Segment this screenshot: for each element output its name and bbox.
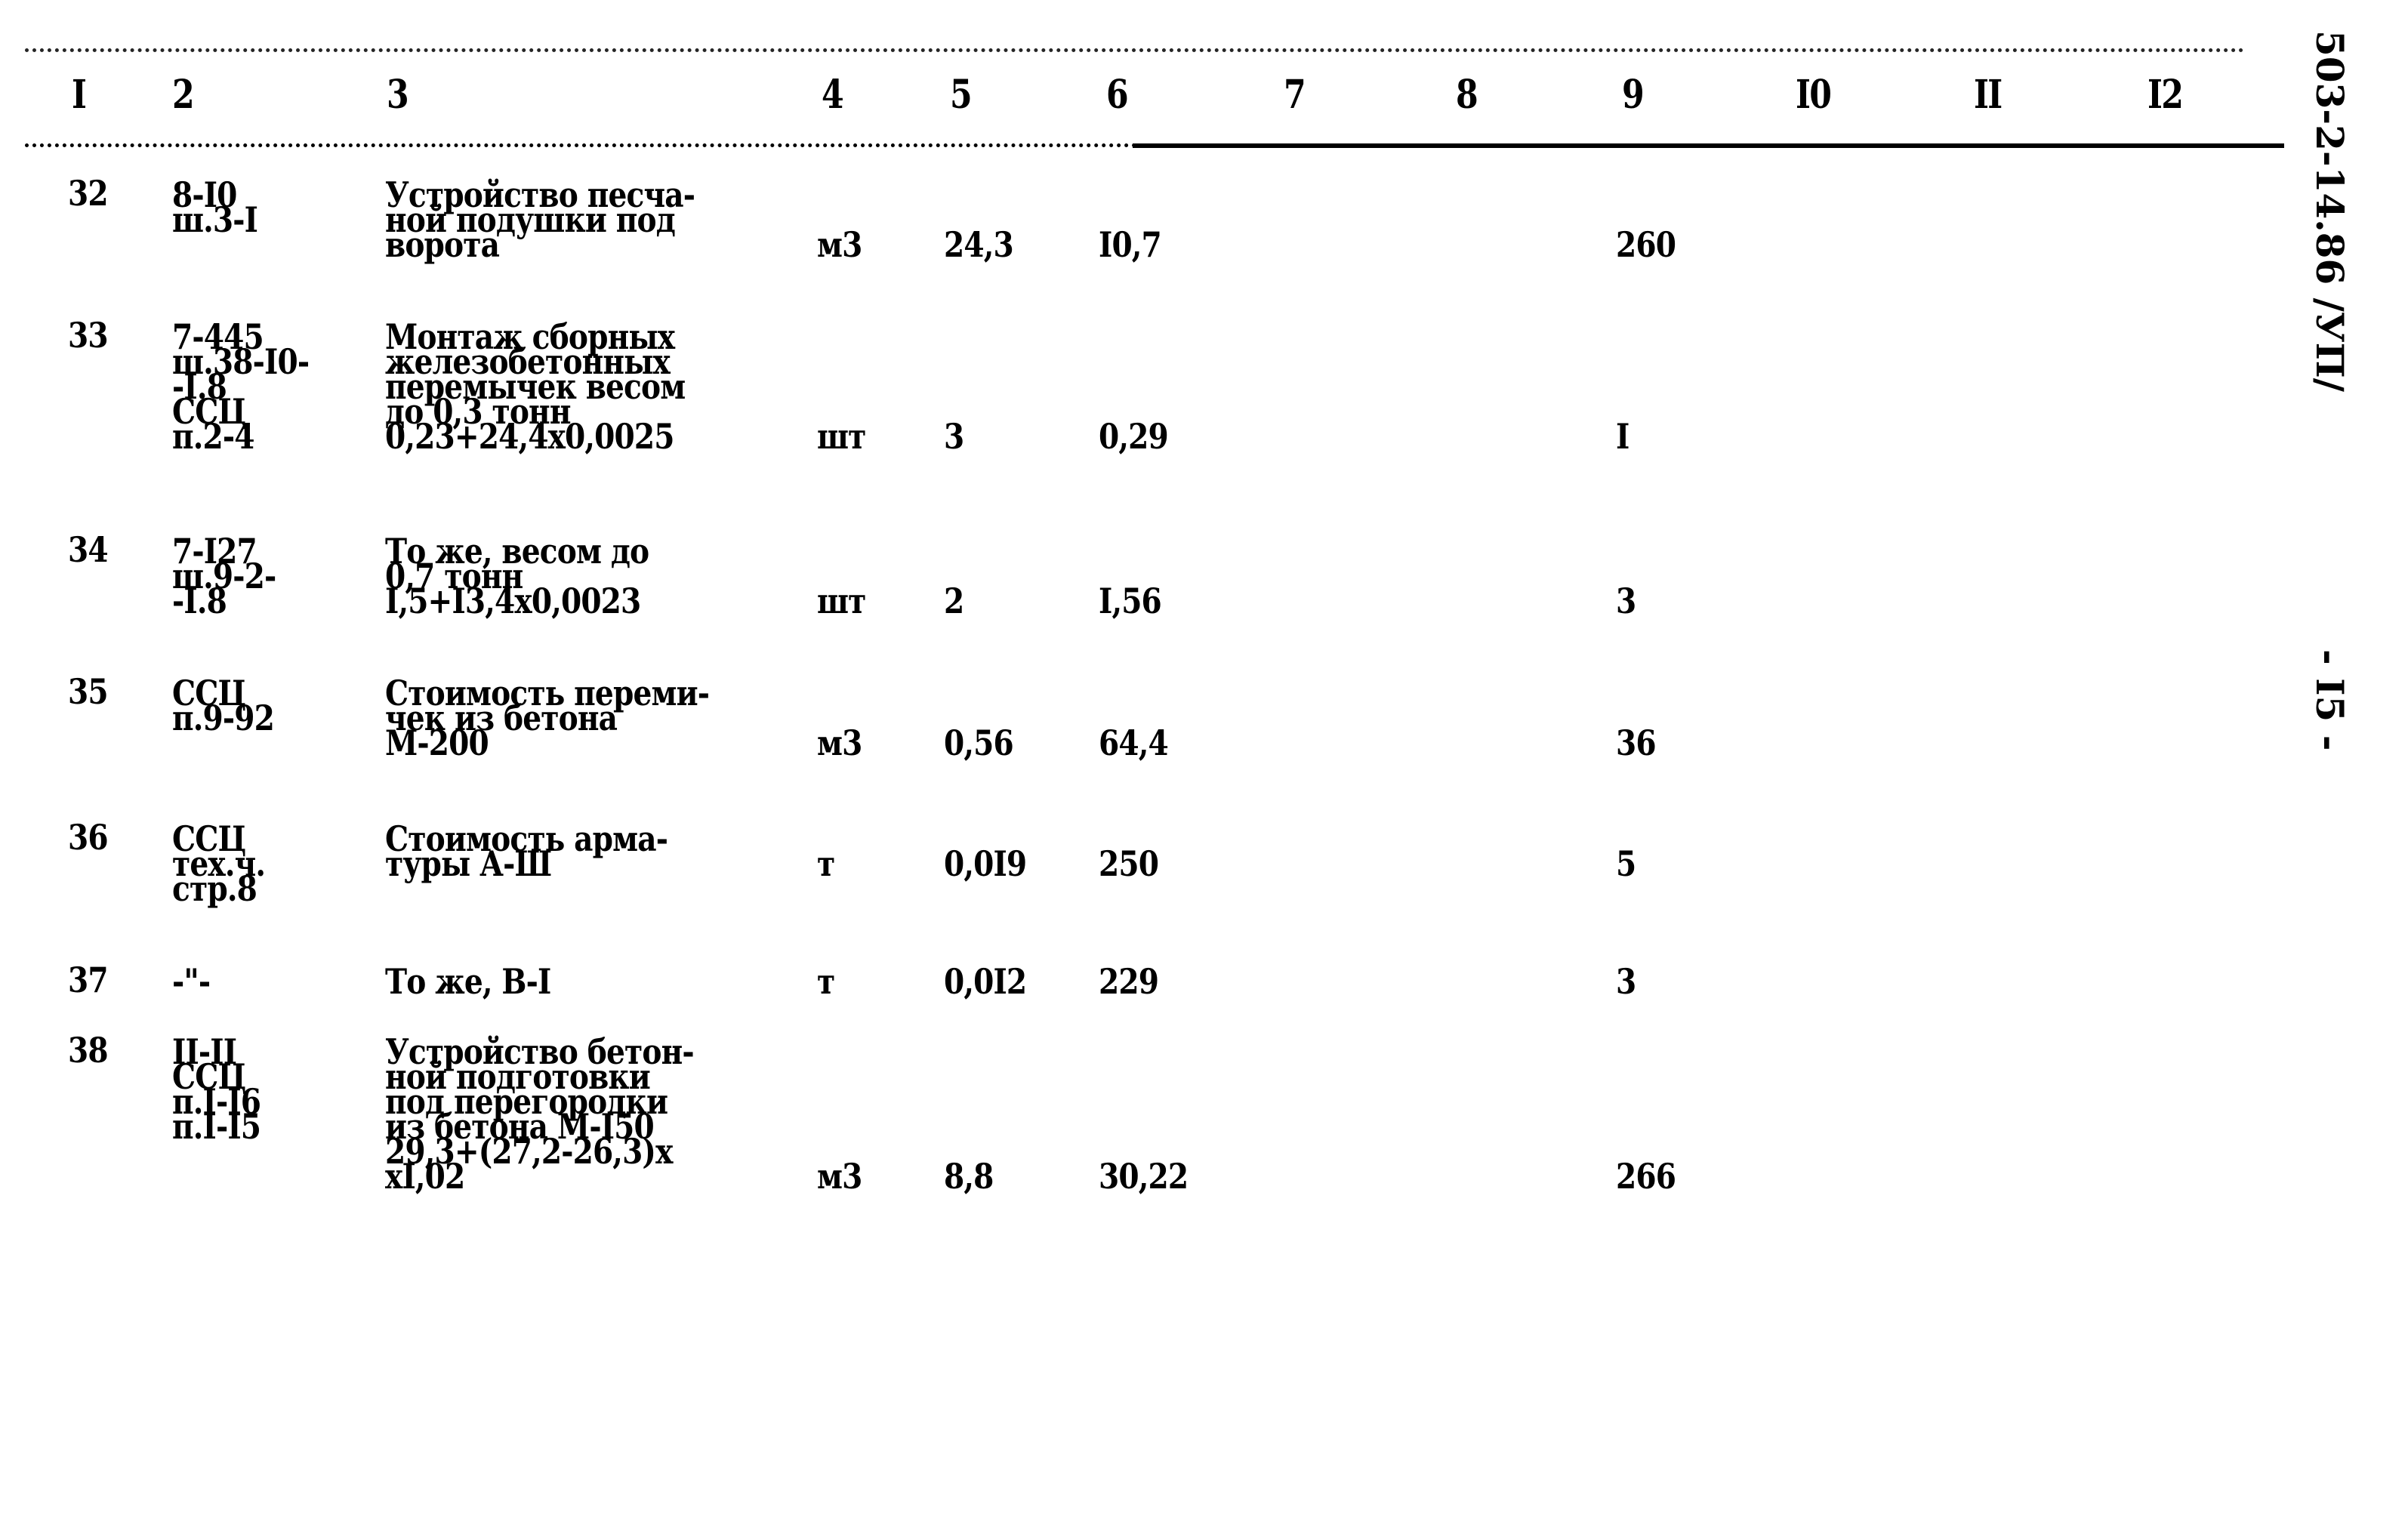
description: То же, весом до 0,7 тонн I,5+I3,4x0,0023	[385, 534, 649, 621]
header-separator-rule-solid	[1133, 143, 2284, 148]
description: Устройство бетон-ной подготовки под перег…	[385, 1034, 695, 1194]
total-cost: 3	[1616, 581, 1636, 621]
unit: т	[817, 961, 835, 1002]
description: То же, В-I	[385, 961, 551, 1002]
reference: ССЦ п.9-92	[172, 676, 275, 738]
col-header-5: 5	[950, 72, 973, 118]
total-cost: 5	[1616, 843, 1636, 884]
unit-price: 250	[1099, 843, 1159, 884]
row-number: 36	[68, 817, 109, 858]
unit-price: 64,4	[1099, 723, 1169, 763]
unit: м3	[817, 723, 862, 763]
description-line: То же, В-I	[385, 961, 551, 1002]
col-header-6: 6	[1106, 72, 1129, 118]
reference: 7-I27 ш.9-2- -I.8	[172, 534, 276, 618]
col-header-12: I2	[2147, 72, 2184, 118]
row-number: 38	[68, 1030, 109, 1071]
total-cost: I	[1616, 416, 1629, 457]
unit-price: 229	[1099, 961, 1159, 1002]
reference: -"-	[172, 961, 211, 1002]
unit: м3	[817, 224, 862, 265]
col-header-11: II	[1974, 72, 2003, 118]
description: Устройство песча-ной подушки под ворота	[385, 177, 695, 262]
page-number: - I5 -	[2308, 649, 2352, 751]
reference-line: стр.8	[172, 868, 257, 909]
col-header-7: 7	[1284, 72, 1306, 118]
unit-price: 0,29	[1099, 416, 1169, 457]
unit: шт	[817, 416, 866, 457]
col-header-8: 8	[1456, 72, 1478, 118]
unit-price: 30,22	[1099, 1156, 1189, 1197]
reference: 7-445 ш.38-I0- -I.8 ССЦ п.2-4	[172, 319, 310, 457]
description-line: 0,23+24,4x0,0025	[385, 416, 674, 457]
unit: т	[817, 843, 835, 884]
reference: 8-I0 ш.3-I	[172, 177, 258, 240]
document-code: 503-2-14.86 /УП/	[2308, 30, 2352, 392]
total-cost: 3	[1616, 961, 1636, 1002]
col-header-2: 2	[172, 72, 195, 118]
col-header-4: 4	[822, 72, 844, 118]
reference-line: ш.3-I	[172, 199, 258, 240]
col-header-9: 9	[1622, 72, 1645, 118]
quantity: 8,8	[944, 1156, 994, 1197]
row-number: 33	[68, 315, 109, 356]
quantity: 24,3	[944, 224, 1014, 265]
col-header-10: I0	[1796, 72, 1832, 118]
top-rule	[25, 48, 2245, 52]
quantity: 0,0I2	[944, 961, 1027, 1002]
unit-price: I0,7	[1099, 224, 1162, 265]
reference-line: п.I-I5	[172, 1106, 261, 1147]
quantity: 3	[944, 416, 964, 457]
unit: шт	[817, 581, 866, 621]
row-number: 32	[68, 173, 109, 214]
quantity: 2	[944, 581, 964, 621]
total-cost: 266	[1616, 1156, 1676, 1197]
total-cost: 260	[1616, 224, 1676, 265]
row-number: 34	[68, 529, 109, 570]
unit: м3	[817, 1156, 862, 1197]
reference-line: п.2-4	[172, 416, 254, 457]
unit-price: I,56	[1099, 581, 1162, 621]
reference-line: п.9-92	[172, 698, 275, 738]
quantity: 0,56	[944, 723, 1014, 763]
reference-line: -"-	[172, 961, 211, 1002]
quantity: 0,0I9	[944, 843, 1027, 884]
reference: II-II ССЦ п.I-I6 п.I-I5	[172, 1034, 261, 1147]
description: Монтаж сборных железобетонных перемычек ве…	[385, 319, 686, 457]
col-header-3: 3	[387, 72, 409, 118]
col-header-1: I	[72, 72, 87, 118]
description: Стоимость арма-туры А-Ш	[385, 821, 668, 881]
reference: ССЦ тех.ч. стр.8	[172, 821, 266, 909]
total-cost: 36	[1616, 723, 1657, 763]
row-number: 35	[68, 671, 109, 712]
row-number: 37	[68, 960, 109, 1000]
description: Стоимость переми-чек из бетона М-200	[385, 676, 710, 760]
description-line: I,5+I3,4x0,0023	[385, 581, 641, 621]
